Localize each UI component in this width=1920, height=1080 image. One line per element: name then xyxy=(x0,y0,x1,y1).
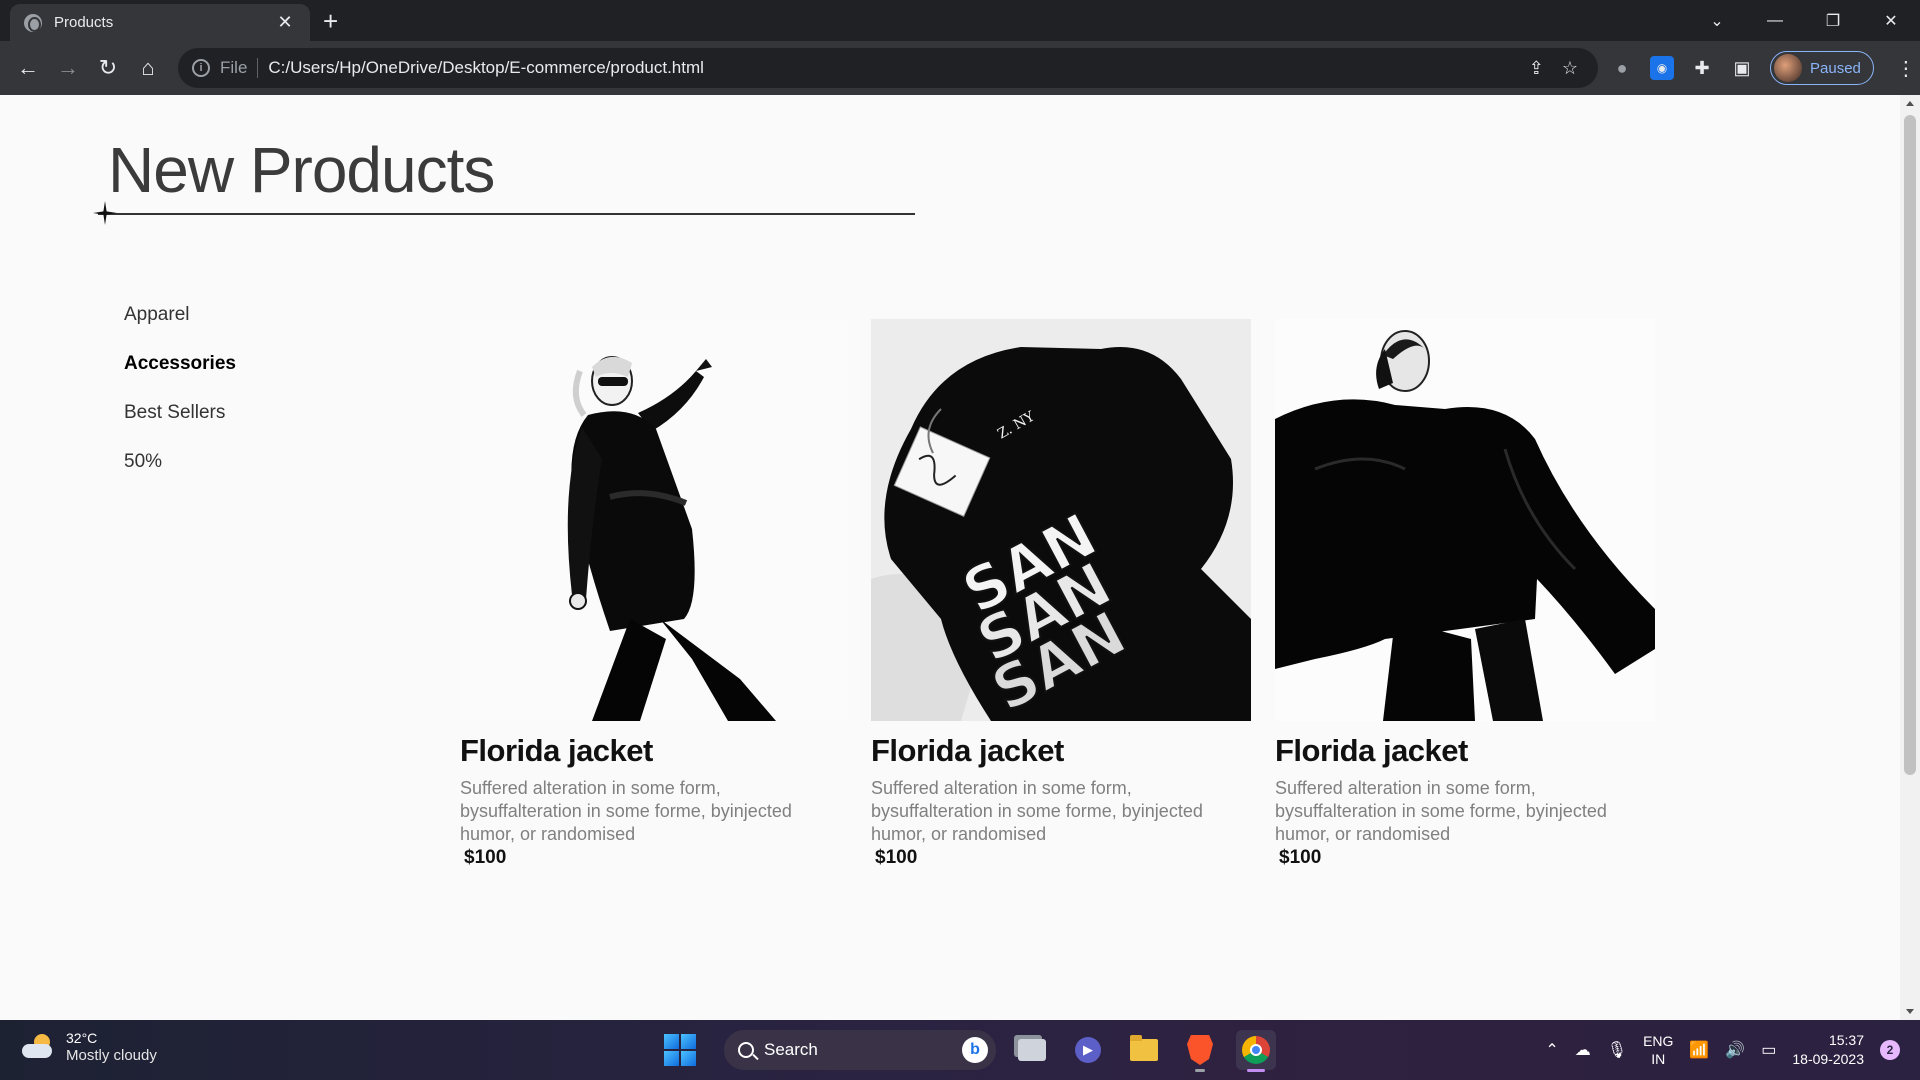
extension-icon[interactable]: ● xyxy=(1610,56,1634,80)
task-view-button[interactable] xyxy=(1012,1030,1052,1070)
bookmark-star-icon[interactable]: ☆ xyxy=(1562,58,1578,79)
task-view-icon xyxy=(1018,1039,1046,1061)
product-name[interactable]: Florida jacket xyxy=(871,733,1251,769)
chrome-button[interactable] xyxy=(1236,1030,1276,1072)
category-sale-50[interactable]: 50% xyxy=(124,450,234,474)
teams-icon: ▶ xyxy=(1075,1037,1101,1063)
weather-widget[interactable]: 32°C Mostly cloudy xyxy=(22,1029,157,1065)
page-title: New Products xyxy=(108,134,495,206)
bing-icon[interactable]: b xyxy=(962,1037,988,1063)
brave-button[interactable] xyxy=(1180,1030,1220,1072)
chrome-icon xyxy=(1242,1036,1270,1064)
home-button[interactable]: ⌂ xyxy=(128,48,168,88)
taskbar-search-label: Search xyxy=(764,1040,818,1059)
weather-temperature: 32°C xyxy=(66,1030,98,1046)
scroll-up-arrow-icon[interactable] xyxy=(1906,101,1914,106)
category-sidebar: Apparel Accessories Best Sellers 50% xyxy=(124,303,344,499)
restore-button[interactable]: ❐ xyxy=(1804,0,1862,41)
url-text[interactable]: C:/Users/Hp/OneDrive/Desktop/E-commerce/… xyxy=(268,58,704,78)
clock-time: 15:37 xyxy=(1828,1032,1864,1048)
tab-title: Products xyxy=(54,14,114,31)
site-info-icon[interactable]: i xyxy=(192,59,210,77)
sparkle-icon xyxy=(93,201,117,225)
product-name[interactable]: Florida jacket xyxy=(1275,733,1655,769)
tab-strip: Products ✕ + ⌄ — ❐ ✕ xyxy=(0,0,1920,41)
notification-badge[interactable]: 2 xyxy=(1880,1040,1900,1060)
product-description: Suffered alteration in some form, bysuff… xyxy=(1275,778,1607,844)
scrollbar-thumb[interactable] xyxy=(1904,115,1916,775)
teams-button[interactable]: ▶ xyxy=(1068,1030,1108,1070)
new-tab-button[interactable]: + xyxy=(323,6,338,37)
product-card[interactable]: Florida jacket Suffered alteration in so… xyxy=(1275,319,1655,869)
puzzle-icon[interactable]: ✚ xyxy=(1690,56,1714,80)
battery-icon[interactable]: ▭ xyxy=(1761,1040,1776,1060)
product-image[interactable]: Z. NY SAN SAN SAN xyxy=(871,319,1251,721)
minimize-button[interactable]: — xyxy=(1746,0,1804,41)
show-hidden-icons-chevron-icon[interactable]: ⌃ xyxy=(1545,1040,1558,1060)
close-window-button[interactable]: ✕ xyxy=(1862,0,1920,41)
side-panel-icon[interactable]: ▣ xyxy=(1730,56,1754,80)
browser-toolbar: ← → ↻ ⌂ i File C:/Users/Hp/OneDrive/Desk… xyxy=(0,41,1920,95)
product-card[interactable]: Florida jacket Suffered alteration in so… xyxy=(460,319,847,869)
clock[interactable]: 15:37 18-09-2023 xyxy=(1792,1031,1864,1069)
taskbar-search[interactable]: Search b xyxy=(724,1030,996,1070)
language-indicator[interactable]: ENG IN xyxy=(1643,1032,1673,1068)
category-best-sellers[interactable]: Best Sellers xyxy=(124,401,234,425)
reload-button[interactable]: ↻ xyxy=(88,48,128,88)
category-accessories[interactable]: Accessories xyxy=(124,352,236,376)
page-scrollbar[interactable] xyxy=(1900,95,1920,1020)
product-photo-cape-coat xyxy=(1275,319,1655,721)
product-price: $100 xyxy=(875,847,918,868)
windows-taskbar: 32°C Mostly cloudy Search b ▶ ⌃ ☁ 🎙 ENG … xyxy=(0,1020,1920,1080)
product-image[interactable] xyxy=(1275,319,1655,721)
tab-products[interactable]: Products ✕ xyxy=(10,4,310,41)
search-icon xyxy=(738,1042,754,1058)
title-divider xyxy=(98,213,915,215)
menu-kebab-icon[interactable]: ⋮ xyxy=(1896,56,1916,81)
onedrive-cloud-icon[interactable]: ☁ xyxy=(1575,1040,1591,1060)
extension-icon-blue[interactable]: ◉ xyxy=(1650,56,1674,80)
share-icon[interactable]: ⇪ xyxy=(1529,58,1544,79)
language-code: ENG xyxy=(1643,1033,1674,1049)
product-photo-graphic-tshirt: Z. NY SAN SAN SAN xyxy=(871,319,1251,721)
page-viewport: New Products Apparel Accessories Best Se… xyxy=(0,95,1920,1020)
back-button[interactable]: ← xyxy=(8,48,48,88)
product-price: $100 xyxy=(464,847,507,868)
system-tray: ⌃ ☁ 🎙 ENG IN 📶 🔊 ▭ 15:37 18-09-2023 2 xyxy=(1545,1020,1900,1080)
file-explorer-button[interactable] xyxy=(1124,1030,1164,1070)
product-photo-woman-coat xyxy=(460,319,847,721)
tab-search-icon[interactable]: ⌄ xyxy=(1688,0,1746,41)
region-code: IN xyxy=(1651,1051,1666,1067)
address-bar[interactable]: i File C:/Users/Hp/OneDrive/Desktop/E-co… xyxy=(178,48,1598,88)
url-scheme: File xyxy=(220,58,259,78)
profile-status: Paused xyxy=(1810,59,1861,77)
brave-lion-icon xyxy=(1187,1035,1213,1065)
avatar xyxy=(1774,54,1802,82)
volume-icon[interactable]: 🔊 xyxy=(1725,1040,1745,1060)
partly-cloudy-icon xyxy=(22,1034,56,1060)
scroll-down-arrow-icon[interactable] xyxy=(1906,1009,1914,1014)
profile-button[interactable]: Paused xyxy=(1770,51,1874,85)
product-name[interactable]: Florida jacket xyxy=(460,733,847,769)
forward-button[interactable]: → xyxy=(48,48,88,88)
extensions-area: ● ◉ ✚ ▣ Paused ⋮ xyxy=(1610,41,1916,95)
clock-date: 18-09-2023 xyxy=(1792,1051,1864,1067)
globe-icon xyxy=(24,13,42,32)
close-tab-icon[interactable]: ✕ xyxy=(274,12,296,33)
windows-start-icon[interactable] xyxy=(664,1034,696,1066)
product-price: $100 xyxy=(1279,847,1322,868)
product-description: Suffered alteration in some form, bysuff… xyxy=(460,778,792,844)
microphone-icon[interactable]: 🎙 xyxy=(1607,1040,1627,1060)
taskbar-apps: Search b ▶ xyxy=(664,1028,1276,1072)
wifi-icon[interactable]: 📶 xyxy=(1689,1040,1709,1060)
category-apparel[interactable]: Apparel xyxy=(124,303,234,327)
product-image[interactable] xyxy=(460,319,847,721)
window-controls: ⌄ — ❐ ✕ xyxy=(1688,0,1920,41)
weather-condition: Mostly cloudy xyxy=(66,1047,157,1064)
product-description: Suffered alteration in some form, bysuff… xyxy=(871,778,1203,844)
product-card[interactable]: Z. NY SAN SAN SAN Florida jacket Suffere… xyxy=(871,319,1251,869)
folder-icon xyxy=(1130,1035,1158,1061)
